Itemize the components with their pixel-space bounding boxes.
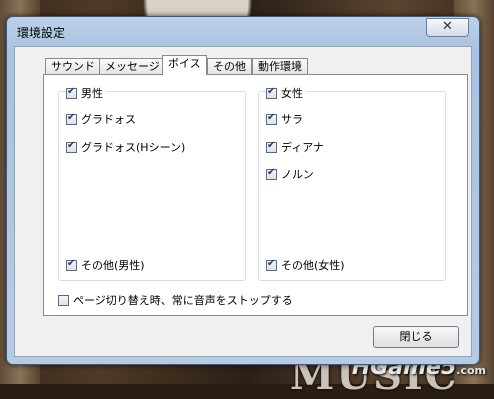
checkbox-icon xyxy=(266,258,277,271)
stop-voice-on-page-turn-checkbox[interactable]: ページ切り替え時、常に音声をストップする xyxy=(58,292,293,308)
voice-checkbox-diana[interactable]: ディアナ xyxy=(266,139,324,155)
voice-label: ノルン xyxy=(281,168,314,181)
checkbox-icon xyxy=(66,140,77,153)
voice-label: グラドォス xyxy=(81,113,136,126)
tab-voice[interactable]: ボイス xyxy=(162,55,207,75)
close-button[interactable]: 閉じる xyxy=(373,326,459,348)
checkbox-icon xyxy=(266,112,277,125)
voice-checkbox-norn[interactable]: ノルン xyxy=(266,166,314,182)
checkbox-icon xyxy=(66,86,77,99)
voice-label: サラ xyxy=(281,113,303,126)
checkbox-icon xyxy=(266,140,277,153)
checkbox-icon xyxy=(58,294,69,306)
voice-label: その他(女性) xyxy=(281,259,345,272)
female-header-checkbox[interactable]: 女性 xyxy=(266,85,306,101)
voice-checkbox-gradus-h[interactable]: グラドォス(Hシーン) xyxy=(66,139,185,155)
window-close-button[interactable]: ✕ xyxy=(426,18,469,37)
checkbox-icon xyxy=(66,258,77,271)
voice-checkbox-other-male[interactable]: その他(男性) xyxy=(66,257,145,273)
female-header-label: 女性 xyxy=(281,87,303,100)
tab-sound[interactable]: サウンド xyxy=(45,58,101,75)
male-header-label: 男性 xyxy=(81,87,103,100)
stop-voice-label: ページ切り替え時、常に音声をストップする xyxy=(73,294,293,307)
window-title: 環境設定 xyxy=(17,26,66,40)
checkbox-icon xyxy=(266,86,277,99)
voice-checkbox-sara[interactable]: サラ xyxy=(266,111,303,127)
tab-message[interactable]: メッセージ xyxy=(99,58,166,75)
title-bar[interactable]: 環境設定 ✕ xyxy=(7,17,479,45)
voice-checkbox-other-female[interactable]: その他(女性) xyxy=(266,257,345,273)
voice-label: グラドォス(Hシーン) xyxy=(81,141,186,154)
voice-label: その他(男性) xyxy=(81,259,145,272)
close-icon: ✕ xyxy=(442,19,453,34)
checkbox-icon xyxy=(66,112,77,125)
checkbox-icon xyxy=(266,167,277,180)
male-header-checkbox[interactable]: 男性 xyxy=(66,85,106,101)
tab-other[interactable]: その他 xyxy=(207,58,252,75)
tab-environment[interactable]: 動作環境 xyxy=(252,58,308,75)
voice-label: ディアナ xyxy=(281,141,325,154)
voice-checkbox-gradus[interactable]: グラドォス xyxy=(66,111,136,127)
